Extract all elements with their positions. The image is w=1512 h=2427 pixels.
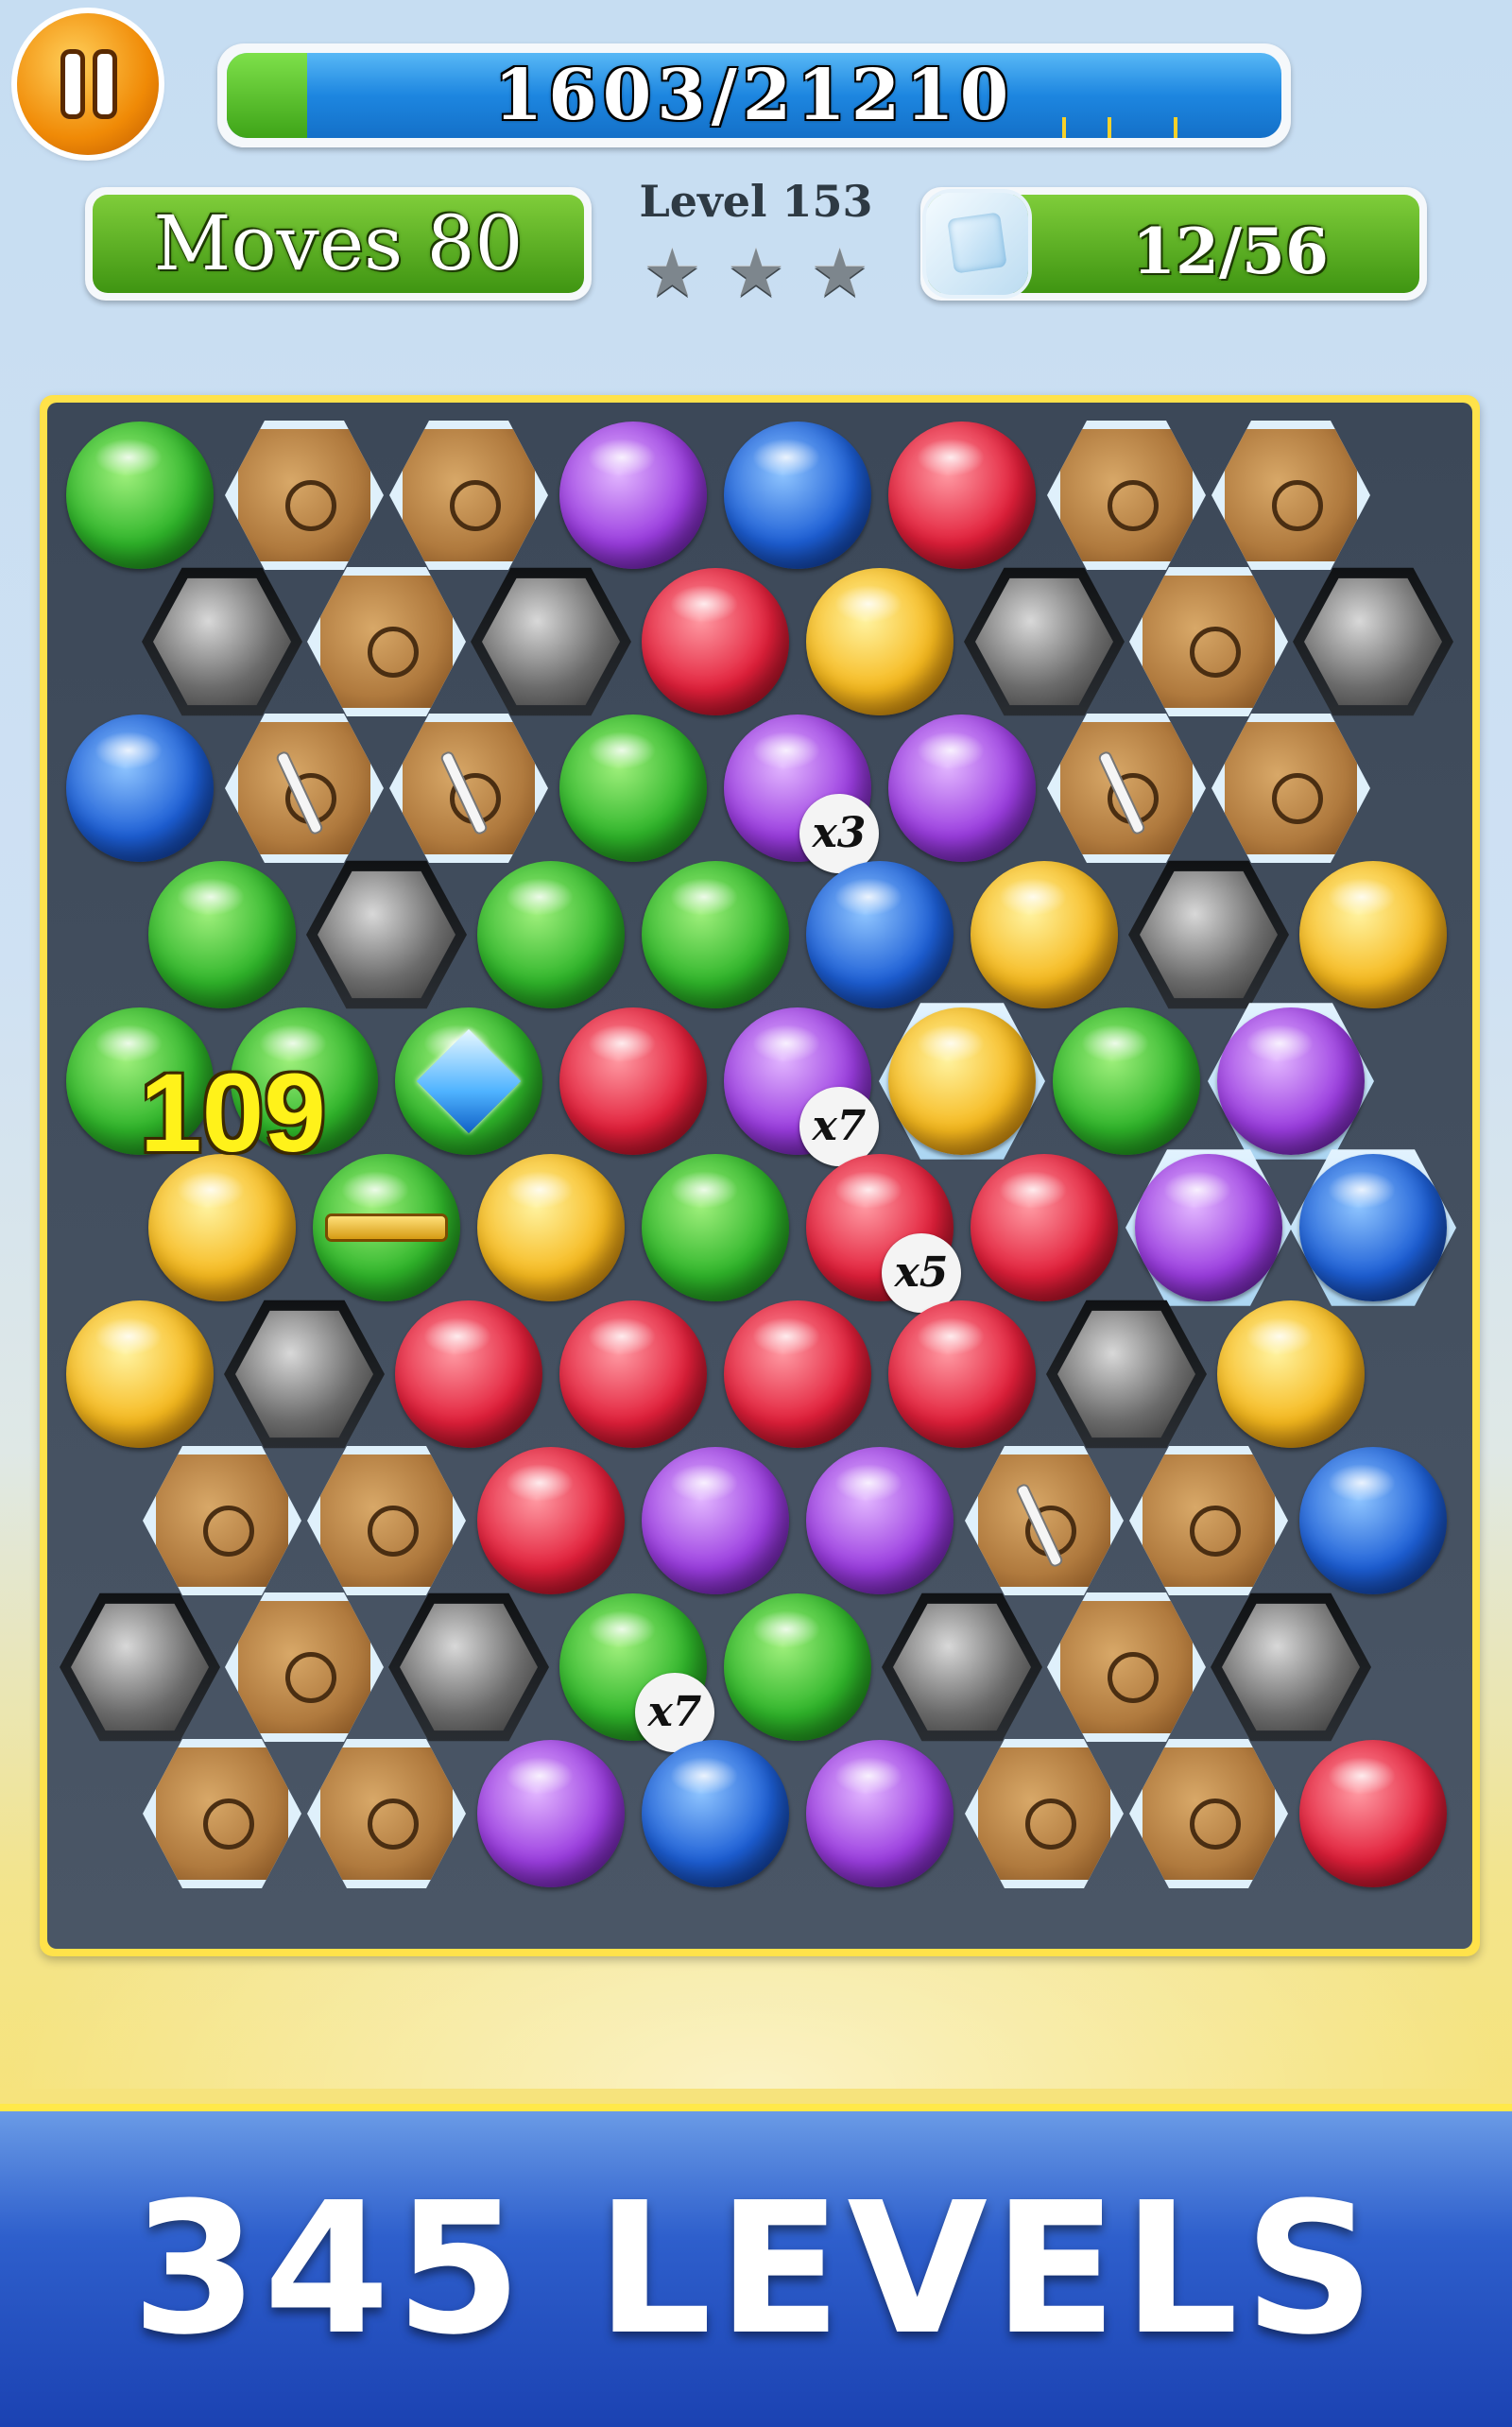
floating-score: 109 bbox=[140, 1051, 326, 1176]
yellow-ball[interactable] bbox=[1217, 1300, 1365, 1448]
cracked-crate-block bbox=[965, 1446, 1124, 1595]
metal-block bbox=[1211, 1592, 1371, 1742]
striped-ball-marker bbox=[328, 1216, 445, 1239]
yellow-ball[interactable] bbox=[1299, 861, 1447, 1008]
purple-ball[interactable] bbox=[642, 1447, 789, 1594]
red-ball[interactable] bbox=[971, 1154, 1118, 1301]
score-progress-bar: 1603/21210 bbox=[217, 43, 1291, 147]
crate-block bbox=[1129, 1446, 1288, 1595]
purple-ball[interactable] bbox=[1135, 1154, 1282, 1301]
purple-ball[interactable] bbox=[1217, 1007, 1365, 1155]
crate-block bbox=[143, 1739, 301, 1888]
red-ball[interactable] bbox=[1299, 1740, 1447, 1887]
crate-block bbox=[965, 1739, 1124, 1888]
crate-block bbox=[225, 421, 384, 570]
ice-cube-icon bbox=[926, 193, 1028, 295]
yellow-ball[interactable] bbox=[66, 1300, 214, 1448]
crate-block bbox=[1129, 1739, 1288, 1888]
red-ball[interactable] bbox=[724, 1300, 871, 1448]
green-ball[interactable] bbox=[148, 861, 296, 1008]
metal-block bbox=[224, 1300, 385, 1449]
red-ball[interactable] bbox=[477, 1447, 625, 1594]
moves-label: Moves 80 bbox=[153, 199, 524, 287]
star-icon: ★ bbox=[726, 234, 786, 312]
green-ball[interactable] bbox=[642, 1154, 789, 1301]
blue-ball[interactable] bbox=[1299, 1447, 1447, 1594]
metal-block bbox=[306, 860, 467, 1009]
red-ball[interactable] bbox=[559, 1007, 707, 1155]
crate-block bbox=[225, 1592, 384, 1742]
crate-block bbox=[1129, 567, 1288, 716]
green-ball[interactable] bbox=[642, 861, 789, 1008]
score-text: 1603/21210 bbox=[493, 55, 1015, 136]
star-icon: ★ bbox=[643, 234, 702, 312]
green-ball[interactable] bbox=[477, 861, 625, 1008]
metal-block bbox=[471, 567, 631, 716]
crate-block bbox=[1047, 1592, 1206, 1742]
level-stars: ★ ★ ★ bbox=[643, 240, 869, 306]
blue-ball[interactable] bbox=[642, 1740, 789, 1887]
blue-ball[interactable] bbox=[66, 714, 214, 862]
purple-ball[interactable] bbox=[806, 1447, 954, 1594]
green-ball[interactable] bbox=[66, 422, 214, 569]
red-ball[interactable] bbox=[888, 1300, 1036, 1448]
red-ball[interactable] bbox=[642, 568, 789, 715]
pause-button[interactable] bbox=[17, 13, 159, 155]
moves-counter: Moves 80 bbox=[85, 187, 592, 301]
crate-block bbox=[143, 1446, 301, 1595]
metal-block bbox=[1293, 567, 1453, 716]
yellow-ball[interactable] bbox=[477, 1154, 625, 1301]
metal-block bbox=[882, 1592, 1042, 1742]
blue-ball[interactable] bbox=[1299, 1154, 1447, 1301]
goal-counter: 12/56 bbox=[920, 187, 1427, 301]
red-ball[interactable] bbox=[559, 1300, 707, 1448]
crate-block bbox=[1211, 421, 1370, 570]
yellow-ball[interactable] bbox=[888, 1007, 1036, 1155]
metal-block bbox=[388, 1592, 549, 1742]
pause-icon-bar-left bbox=[60, 49, 85, 119]
star-icon: ★ bbox=[810, 234, 869, 312]
level-title: Level 153 bbox=[639, 176, 873, 227]
promo-banner-text: 345 LEVELS bbox=[131, 2164, 1381, 2375]
metal-block bbox=[142, 567, 302, 716]
score-track: 1603/21210 bbox=[227, 53, 1281, 138]
red-ball[interactable] bbox=[395, 1300, 542, 1448]
cracked-crate-block bbox=[1047, 714, 1206, 863]
metal-block bbox=[1128, 860, 1289, 1009]
crate-block bbox=[307, 1739, 466, 1888]
green-ball[interactable] bbox=[724, 1593, 871, 1741]
yellow-ball[interactable] bbox=[971, 861, 1118, 1008]
purple-ball[interactable] bbox=[806, 1740, 954, 1887]
metal-block bbox=[60, 1592, 220, 1742]
metal-block bbox=[964, 567, 1125, 716]
purple-ball[interactable] bbox=[477, 1740, 625, 1887]
green-ball[interactable] bbox=[1053, 1007, 1200, 1155]
yellow-ball[interactable] bbox=[806, 568, 954, 715]
blue-ball[interactable] bbox=[806, 861, 954, 1008]
red-ball[interactable] bbox=[888, 422, 1036, 569]
green-ball[interactable] bbox=[559, 714, 707, 862]
pause-icon-bar-right bbox=[93, 49, 117, 119]
crate-block bbox=[1047, 421, 1206, 570]
crate-block bbox=[1211, 714, 1370, 863]
purple-ball[interactable] bbox=[559, 422, 707, 569]
goal-text: 12/56 bbox=[1132, 215, 1329, 288]
purple-ball[interactable] bbox=[888, 714, 1036, 862]
crate-block bbox=[389, 421, 548, 570]
cracked-crate-block bbox=[225, 714, 384, 863]
crate-block bbox=[307, 1446, 466, 1595]
blue-ball[interactable] bbox=[724, 422, 871, 569]
metal-block bbox=[1046, 1300, 1207, 1449]
cracked-crate-block bbox=[389, 714, 548, 863]
crate-block bbox=[307, 567, 466, 716]
